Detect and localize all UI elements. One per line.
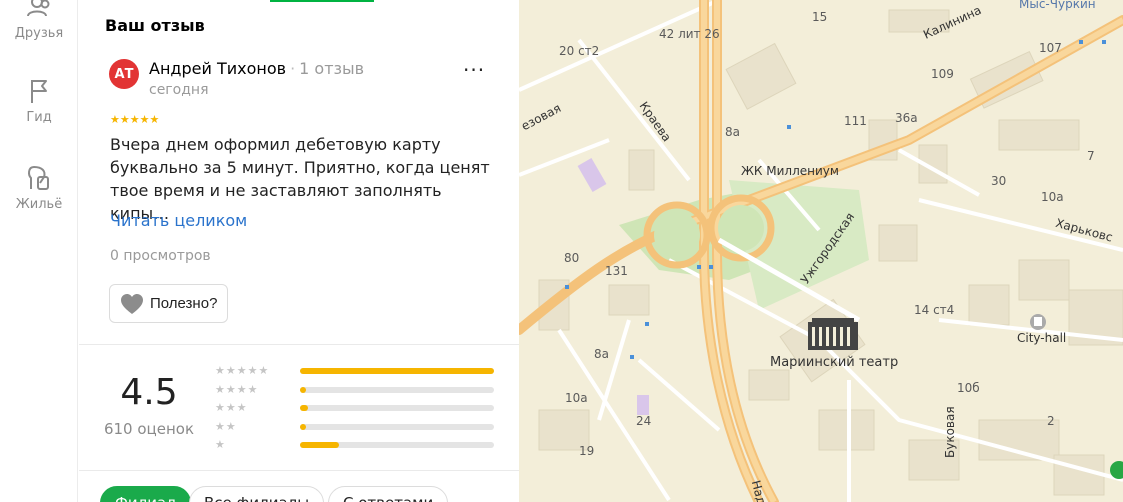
distribution-stars: ★★ [215,419,237,433]
distribution-bar [300,442,494,448]
author-review-count[interactable]: 1 отзыв [299,59,364,78]
map-label: 15 [812,10,827,24]
left-nav-rail: Друзья Гид Жильё [0,0,78,502]
filter-chip[interactable]: С ответами [328,486,449,502]
author-name[interactable]: Андрей Тихонов [149,59,286,78]
map-label: 20 ст2 [559,44,599,58]
distribution-bar [300,386,494,393]
map-label: Мыс-Чуркин [1019,0,1096,11]
nav-label-housing: Жильё [15,197,63,212]
map-label: 80 [564,251,579,265]
avatar[interactable]: АТ [109,59,139,89]
friends-icon [27,0,50,17]
divider [79,470,519,471]
map-label: 111 [844,114,867,128]
review-text-line: Вчера днем оформил дебетовую карту [110,135,441,154]
map-label: Буковая [943,406,957,458]
map-label: 107 [1039,41,1062,55]
read-more-link[interactable]: Читать целиком [110,211,247,230]
map-canvas[interactable]: Мыс-Чуркин Калинина 15 107 20 ст2 42 лит… [519,0,1123,502]
review-date: сегодня [149,82,209,98]
city-hall-icon [1030,314,1046,330]
map-label: езовая [519,101,563,133]
map-label: 7 [1087,149,1095,163]
useful-label: Полезно? [150,295,218,312]
distribution-bar-fill [300,442,339,448]
distribution-bar [300,405,494,411]
more-options-icon[interactable]: ··· [463,58,485,82]
map-label: ЖК Миллениум [741,164,839,178]
review-stars: ★★★★★ [110,113,160,126]
rating-value: 4.5 [120,372,178,413]
map-label: 10а [1041,190,1064,204]
map-label: 8а [725,125,740,139]
map-label: Мариинский театр [770,355,898,370]
distribution-bar [300,423,494,430]
distribution-stars: ★★★★★ [215,364,270,377]
filter-chip[interactable]: Филиал [100,486,191,502]
useful-button[interactable]: Полезно? [109,284,229,323]
divider [79,344,519,345]
map[interactable]: Мыс-Чуркин Калинина 15 107 20 ст2 42 лит… [519,0,1123,502]
author-separator: · [290,59,296,78]
map-label: 10а [565,391,588,405]
distribution-bar-fill [300,423,306,430]
theater-icon [808,318,858,350]
distribution-bar [300,368,494,374]
active-tab-indicator [270,0,374,2]
flag-icon [31,80,47,103]
filter-chip[interactable]: Все филиалы [189,486,325,502]
distribution-bar-fill [300,386,306,393]
map-label: 109 [931,67,954,81]
nav-label-friends: Друзья [14,26,64,41]
map-label: 19 [579,444,594,458]
housing-icon [28,166,49,190]
map-label: 30 [991,174,1006,188]
distribution-bar-fill [300,405,308,411]
map-label: 14 ст4 [914,303,954,317]
map-label: 10б [957,381,980,395]
distribution-stars: ★★★★ [215,382,259,396]
nav-item-guide[interactable]: Гид [0,76,78,125]
review-panel: Ваш отзыв АТ Андрей Тихонов · 1 отзыв сего… [79,0,519,502]
map-label: 8а [594,347,609,361]
map-label: 42 лит 26 [659,27,720,41]
heart-icon [121,293,143,314]
distribution-stars: ★★★ [215,401,248,414]
nav-label-guide: Гид [26,110,52,125]
map-label: City-hall [1017,331,1066,345]
map-label: 36а [895,111,918,125]
rating-count: 610 оценок [103,420,195,438]
distribution-bar-fill [300,368,494,374]
section-title: Ваш отзыв [105,16,205,35]
map-label: 24 [636,414,651,428]
map-label: 2 [1047,414,1055,428]
nav-item-housing[interactable]: Жильё [0,163,78,212]
review-text-line: буквально за 5 минут. Приятно, когда цен… [110,158,490,177]
views-count: 0 просмотров [110,248,211,264]
author-line: Андрей Тихонов · 1 отзыв [149,59,364,78]
map-label: 131 [605,264,628,278]
distribution-stars: ★ [215,438,226,451]
nav-item-friends[interactable]: Друзья [0,0,78,41]
